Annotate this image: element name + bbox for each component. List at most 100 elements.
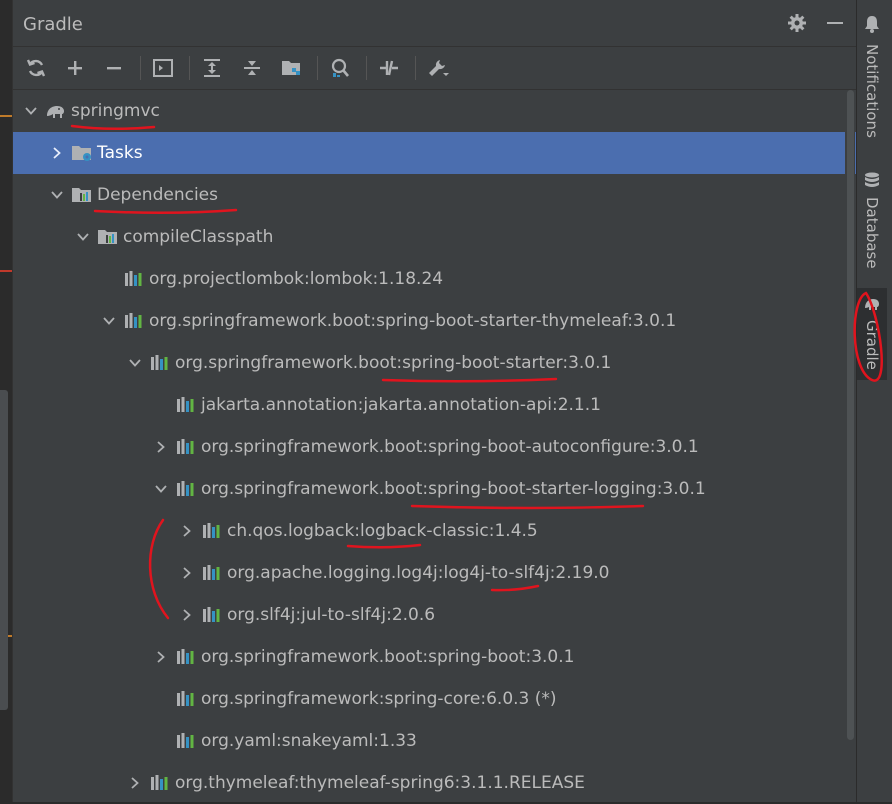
tree-scrollbar[interactable] — [845, 90, 855, 740]
refresh-icon[interactable] — [22, 54, 50, 82]
library-icon — [175, 646, 197, 668]
database-icon — [862, 171, 882, 191]
tree-row-label: org.springframework.boot:spring-boot:3.0… — [201, 647, 575, 667]
toolbar-separator — [140, 56, 141, 80]
tab-notifications-label: Notifications — [863, 44, 881, 138]
tree-row-label: org.springframework.boot:spring-boot-aut… — [201, 437, 699, 457]
library-icon — [201, 520, 223, 542]
library-icon — [175, 730, 197, 752]
tree-scrollbar-thumb[interactable] — [847, 90, 854, 740]
gear-icon[interactable] — [784, 10, 810, 36]
chevron-down-icon[interactable] — [127, 355, 143, 371]
library-icon — [201, 604, 223, 626]
tree-row-label: org.springframework.boot:spring-boot-sta… — [149, 311, 677, 331]
collapse-all-icon[interactable] — [238, 54, 266, 82]
tab-gradle[interactable]: Gradle — [857, 288, 887, 380]
tree-row[interactable]: org.yaml:snakeyaml:1.33 — [13, 720, 857, 762]
tree-row-label: org.springframework:spring-core:6.0.3 (*… — [201, 689, 557, 709]
library-icon — [175, 394, 197, 416]
chevron-right-icon[interactable] — [153, 649, 169, 665]
chevron-right-icon[interactable] — [49, 145, 65, 161]
wrench-icon[interactable] — [424, 54, 452, 82]
tree-row-label: Dependencies — [97, 185, 218, 205]
tree-row[interactable]: ch.qos.logback:logback-classic:1.4.5 — [13, 510, 857, 552]
gradle-elephant-icon — [45, 100, 67, 122]
minimize-icon[interactable] — [822, 10, 848, 36]
right-tool-window-bar: Notifications Database Gradle — [856, 0, 892, 802]
tab-notifications[interactable]: Notifications — [857, 8, 887, 158]
library-icon — [201, 562, 223, 584]
dependencies-icon — [71, 184, 93, 206]
tree-row[interactable]: Tasks — [13, 132, 857, 174]
chevron-down-icon[interactable] — [153, 481, 169, 497]
tree-row-label: springmvc — [71, 101, 160, 121]
gutter-marker — [0, 115, 12, 117]
chevron-right-icon[interactable] — [179, 523, 195, 539]
chevron-right-icon[interactable] — [179, 607, 195, 623]
chevron-right-icon[interactable] — [153, 439, 169, 455]
library-icon — [123, 268, 145, 290]
tool-window-title: Gradle — [23, 14, 83, 35]
minus-icon[interactable] — [100, 54, 128, 82]
gutter-marker — [0, 270, 12, 272]
dependencies-icon — [97, 226, 119, 248]
offline-icon[interactable] — [375, 54, 403, 82]
editor-scrollbar-thumb[interactable] — [0, 390, 8, 710]
chevron-down-icon[interactable] — [23, 103, 39, 119]
folder-gear-icon — [71, 142, 93, 164]
analyze-icon[interactable] — [326, 54, 354, 82]
tree-row[interactable]: Dependencies — [13, 174, 857, 216]
tree-row[interactable]: org.thymeleaf:thymeleaf-spring6:3.1.1.RE… — [13, 762, 857, 804]
toolbar-separator — [189, 56, 190, 80]
tab-database-label: Database — [863, 197, 881, 269]
tree-row[interactable]: org.springframework.boot:spring-boot-sta… — [13, 342, 857, 384]
library-icon — [149, 352, 171, 374]
tree-row-label: org.springframework.boot:spring-boot-sta… — [175, 353, 612, 373]
tree-row[interactable]: jakarta.annotation:jakarta.annotation-ap… — [13, 384, 857, 426]
folder-group-icon[interactable] — [277, 54, 305, 82]
toolbar-separator — [415, 56, 416, 80]
editor-gutter-strip — [0, 0, 12, 802]
chevron-down-icon[interactable] — [75, 229, 91, 245]
tree-row[interactable]: org.projectlombok:lombok:1.18.24 — [13, 258, 857, 300]
tree-row-label: org.springframework.boot:spring-boot-sta… — [201, 479, 706, 499]
library-icon — [175, 478, 197, 500]
chevron-down-icon[interactable] — [101, 313, 117, 329]
chevron-right-icon[interactable] — [127, 775, 143, 791]
library-icon — [175, 688, 197, 710]
tree-row-label: compileClasspath — [123, 227, 274, 247]
terminal-icon[interactable] — [149, 54, 177, 82]
gradle-tool-window: Gradle springmvc Tasks Dependencies comp… — [12, 0, 857, 802]
tree-row[interactable]: org.apache.logging.log4j:log4j-to-slf4j:… — [13, 552, 857, 594]
toolbar-separator — [366, 56, 367, 80]
tree-row[interactable]: org.springframework.boot:spring-boot:3.0… — [13, 636, 857, 678]
tree-row-label: org.yaml:snakeyaml:1.33 — [201, 731, 417, 751]
bell-icon — [862, 14, 882, 34]
tree-row[interactable]: org.springframework.boot:spring-boot-aut… — [13, 426, 857, 468]
tree-row-label: org.thymeleaf:thymeleaf-spring6:3.1.1.RE… — [175, 773, 585, 793]
gradle-elephant-icon — [862, 294, 882, 314]
tree-row-label: ch.qos.logback:logback-classic:1.4.5 — [227, 521, 538, 541]
tree-row-label: org.apache.logging.log4j:log4j-to-slf4j:… — [227, 563, 610, 583]
library-icon — [123, 310, 145, 332]
tree-row-label: jakarta.annotation:jakarta.annotation-ap… — [201, 395, 601, 415]
tree-row-label: Tasks — [97, 143, 143, 163]
tree-row[interactable]: org.springframework:spring-core:6.0.3 (*… — [13, 678, 857, 720]
tab-database[interactable]: Database — [857, 165, 887, 270]
tree-row-label: org.slf4j:jul-to-slf4j:2.0.6 — [227, 605, 436, 625]
chevron-right-icon[interactable] — [179, 565, 195, 581]
library-icon — [175, 436, 197, 458]
tree-row[interactable]: org.springframework.boot:spring-boot-sta… — [13, 300, 857, 342]
tree-row[interactable]: org.slf4j:jul-to-slf4j:2.0.6 — [13, 594, 857, 636]
tab-gradle-label: Gradle — [863, 320, 881, 370]
plus-icon[interactable] — [61, 54, 89, 82]
tree-row[interactable]: springmvc — [13, 90, 857, 132]
chevron-down-icon[interactable] — [49, 187, 65, 203]
tree-row[interactable]: org.springframework.boot:spring-boot-sta… — [13, 468, 857, 510]
tree-row[interactable]: compileClasspath — [13, 216, 857, 258]
expand-all-icon[interactable] — [198, 54, 226, 82]
tree-row-label: org.projectlombok:lombok:1.18.24 — [149, 269, 444, 289]
gradle-project-tree: springmvc Tasks Dependencies compileClasspa… — [13, 90, 857, 802]
library-icon — [149, 772, 171, 794]
gradle-toolbar — [13, 47, 857, 90]
